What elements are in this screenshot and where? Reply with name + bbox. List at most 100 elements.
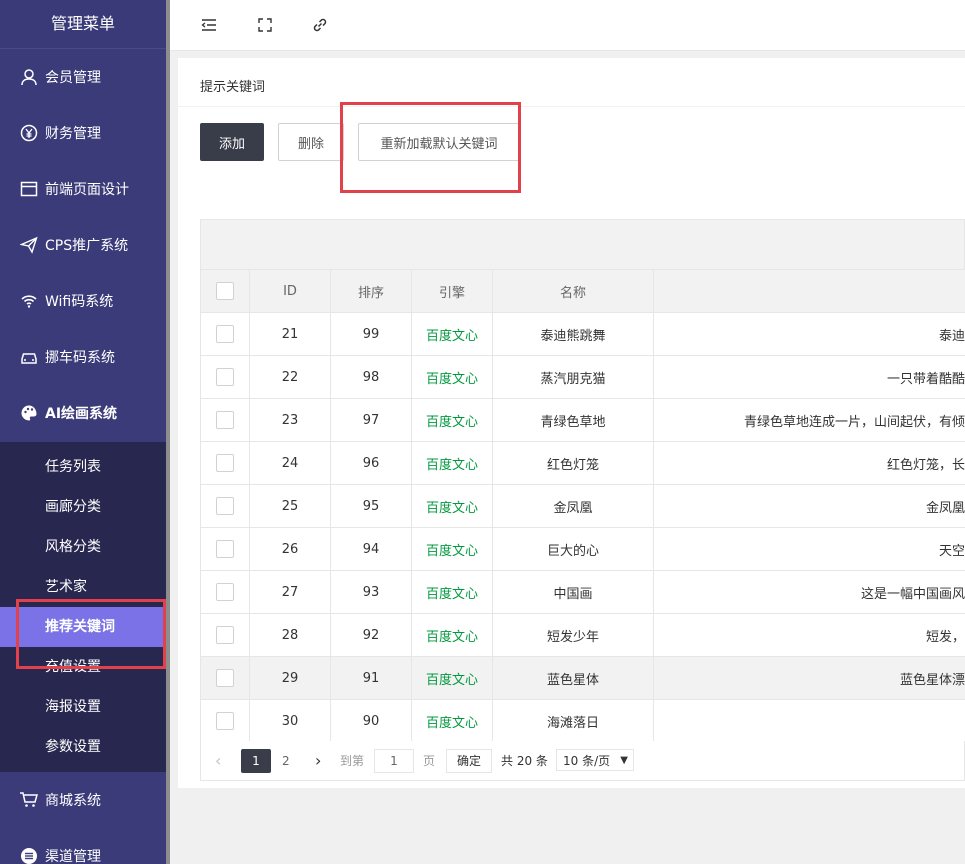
table-row[interactable]: 23 97 百度文心 青绿色草地 青绿色草地连成一片，山间起伏，有倾 [200,398,965,442]
sidebar-item-shop[interactable]: 商城系统 [0,772,166,828]
sidebar-item-car[interactable]: 挪车码系统 [0,329,166,385]
sidebar-item-ai-drawing[interactable]: AI绘画系统 [0,385,166,441]
table-row[interactable]: 30 90 百度文心 海滩落日 [200,699,965,743]
sidebar-item-label: Wifi码系统 [45,294,114,310]
row-checkbox[interactable] [216,712,234,730]
cell-name: 金凤凰 [492,484,654,528]
sidebar-scrollbar[interactable] [166,0,170,864]
cell-sort: 98 [330,355,412,399]
cell-sort: 90 [330,699,412,743]
goto-label: 到第 [340,754,365,768]
cell-id: 28 [249,613,331,657]
sidebar-item-channel[interactable]: 渠道管理 [0,828,166,864]
add-button[interactable]: 添加 [200,123,264,161]
top-bar [170,0,965,51]
row-checkbox[interactable] [216,583,234,601]
row-checkbox[interactable] [216,454,234,472]
row-checkbox[interactable] [216,411,234,429]
cell-engine: 百度文心 [411,398,493,442]
cell-id: 25 [249,484,331,528]
layout-icon [18,178,40,200]
submenu-item-artist[interactable]: 艺术家 [0,567,166,607]
caret-down-icon: ▼ [620,755,628,766]
cell-engine: 百度文心 [411,613,493,657]
sidebar-item-cps[interactable]: CPS推广系统 [0,217,166,273]
submenu-item-recommended-keywords[interactable]: 推荐关键词 [0,607,166,647]
divider [178,106,965,107]
sidebar-title: 管理菜单 [0,0,166,49]
link-icon[interactable] [311,16,329,34]
table-row[interactable]: 24 96 百度文心 红色灯笼 红色灯笼，长 [200,441,965,485]
sidebar-item-member[interactable]: 会员管理 [0,49,166,105]
table-row[interactable]: 22 98 百度文心 蒸汽朋克猫 一只带着酷酷 [200,355,965,399]
sidebar-item-wifi[interactable]: Wifi码系统 [0,273,166,329]
row-checkbox[interactable] [216,325,234,343]
table-row[interactable]: 21 99 百度文心 泰迪熊跳舞 泰迪 [200,312,965,356]
row-checkbox[interactable] [216,540,234,558]
sidebar-item-page-design[interactable]: 前端页面设计 [0,161,166,217]
menu-fold-icon[interactable] [200,16,218,34]
cell-sort: 96 [330,441,412,485]
table-row[interactable]: 27 93 百度文心 中国画 这是一幅中国画风 [200,570,965,614]
row-checkbox[interactable] [216,497,234,515]
cell-engine: 百度文心 [411,312,493,356]
submenu-item-recharge-settings[interactable]: 充值设置 [0,647,166,687]
submenu-item-task-list[interactable]: 任务列表 [0,447,166,487]
table-row[interactable]: 28 92 百度文心 短发少年 短发， [200,613,965,657]
row-checkbox[interactable] [216,669,234,687]
sidebar-item-finance[interactable]: 财务管理 [0,105,166,161]
sidebar-item-label: 商城系统 [45,793,101,809]
cell-name: 中国画 [492,570,654,614]
cell-description: 蓝色星体漂 [653,656,965,700]
row-checkbox[interactable] [216,368,234,386]
sidebar-item-label: 会员管理 [45,70,101,86]
column-header-name[interactable]: 名称 [492,269,654,313]
cell-id: 24 [249,441,331,485]
pagination: ‹ 1 2 › 到第 1 页 确定 共 20 条 10 条/页 ▼ [200,741,965,781]
submenu-item-gallery-category[interactable]: 画廊分类 [0,487,166,527]
cell-description: 一只带着酷酷 [653,355,965,399]
sidebar: 管理菜单 会员管理 财务管理 前端页面设计 CPS推广系统 Wifi码系统 挪车 [0,0,166,864]
submenu-item-param-settings[interactable]: 参数设置 [0,727,166,767]
select-all-checkbox[interactable] [216,282,234,300]
table-row[interactable]: 29 91 百度文心 蓝色星体 蓝色星体漂 [200,656,965,700]
header-checkbox-cell [200,269,250,313]
sidebar-item-label: 前端页面设计 [45,182,129,198]
cell-sort: 99 [330,312,412,356]
cell-description: 金凤凰 [653,484,965,528]
table-toolbar [200,219,965,269]
sidebar-item-label: 渠道管理 [45,849,101,864]
cell-sort: 97 [330,398,412,442]
cell-sort: 92 [330,613,412,657]
table-row[interactable]: 25 95 百度文心 金凤凰 金凤凰 [200,484,965,528]
cell-engine: 百度文心 [411,484,493,528]
wifi-icon [18,290,40,312]
cell-name: 泰迪熊跳舞 [492,312,654,356]
delete-button[interactable]: 删除 [278,123,344,161]
page-size-select[interactable]: 10 条/页 ▼ [556,749,634,771]
column-header-id[interactable]: ID [249,269,331,313]
next-page-icon[interactable]: › [315,749,321,773]
yen-icon [18,122,40,144]
cell-id: 27 [249,570,331,614]
page-button-current[interactable]: 1 [241,749,271,773]
submenu-item-style-category[interactable]: 风格分类 [0,527,166,567]
cell-engine: 百度文心 [411,441,493,485]
cell-name: 蒸汽朋克猫 [492,355,654,399]
row-checkbox[interactable] [216,626,234,644]
cell-sort: 94 [330,527,412,571]
column-header-description [653,269,965,313]
submenu-item-poster-settings[interactable]: 海报设置 [0,687,166,727]
column-header-engine[interactable]: 引擎 [411,269,493,313]
goto-page-input[interactable]: 1 [374,749,414,773]
table-row[interactable]: 26 94 百度文心 巨大的心 天空 [200,527,965,571]
reload-default-keywords-button[interactable]: 重新加载默认关键词 [358,123,520,161]
goto-confirm-button[interactable]: 确定 [446,749,492,773]
page-button[interactable]: 2 [282,749,290,773]
fullscreen-icon[interactable] [256,16,274,34]
cell-id: 23 [249,398,331,442]
cell-name: 青绿色草地 [492,398,654,442]
column-header-sort[interactable]: 排序 [330,269,412,313]
cell-sort: 93 [330,570,412,614]
prev-page-icon[interactable]: ‹ [215,749,221,773]
